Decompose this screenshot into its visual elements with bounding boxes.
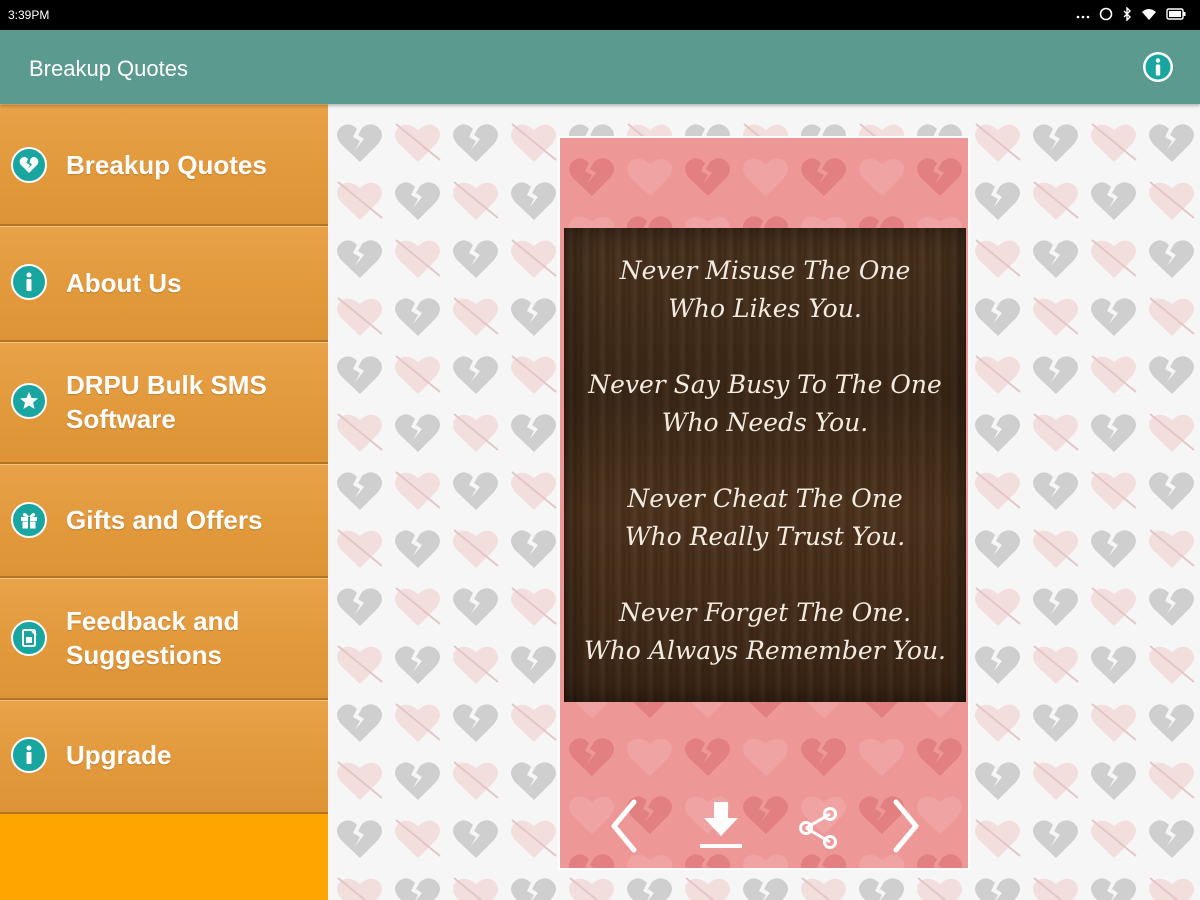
menu-item-upgrade[interactable]: Upgrade: [0, 700, 328, 814]
quote-line: Never Say Busy To The One: [588, 370, 942, 399]
quote-line: Never Forget The One.: [618, 598, 912, 627]
menu-label-line: DRPU Bulk SMS: [66, 370, 267, 400]
quote-line: Never Cheat The One: [627, 484, 903, 513]
info-icon: [11, 264, 47, 300]
menu-label: Upgrade: [66, 740, 172, 770]
download-button[interactable]: [698, 798, 744, 859]
status-time: 3:39PM: [8, 8, 50, 22]
previous-button[interactable]: [606, 798, 642, 859]
info-icon: [11, 737, 47, 773]
share-button[interactable]: [796, 798, 842, 859]
status-icons: [1076, 7, 1186, 21]
menu-label: Gifts and Offers: [66, 505, 263, 535]
menu-item-drpu-bulk-sms[interactable]: DRPU Bulk SMS Software: [0, 342, 328, 464]
menu-label-line: Suggestions: [66, 640, 223, 670]
alarm-icon: [1099, 7, 1113, 21]
info-icon: [1143, 52, 1173, 82]
quote-line: Who Needs You.: [661, 408, 869, 437]
gift-icon: [11, 502, 47, 538]
wifi-icon: [1142, 9, 1156, 20]
info-button[interactable]: [1142, 51, 1174, 83]
share-icon: [799, 807, 837, 849]
star-icon: [11, 383, 47, 419]
menu-label: About Us: [66, 268, 182, 298]
menu-label-line: Software: [66, 404, 176, 434]
status-bar: 3:39PM: [0, 0, 1200, 30]
menu-label: DRPU Bulk SMS Software: [66, 368, 267, 436]
quote-image: Never Misuse The One Who Likes You. Neve…: [564, 228, 966, 702]
previous-icon: [611, 799, 637, 853]
navigation-drawer: Breakup Quotes About Us DRPU Bulk SMS So…: [0, 104, 328, 900]
app-title: Breakup Quotes: [29, 56, 188, 81]
feedback-icon: [11, 620, 47, 656]
card-controls: [560, 798, 968, 858]
menu-item-about-us[interactable]: About Us: [0, 226, 328, 342]
menu-item-feedback-and-suggestions[interactable]: Feedback and Suggestions: [0, 578, 328, 700]
dots-icon: [1076, 15, 1090, 19]
quote-line: Never Misuse The One: [619, 256, 911, 285]
battery-icon: [1166, 8, 1186, 20]
quote-line: Who Always Remember You.: [584, 636, 946, 665]
next-icon: [893, 799, 919, 853]
quote-line: Who Really Trust You.: [624, 522, 906, 551]
menu-label: Feedback and Suggestions: [66, 604, 239, 672]
menu-label-line: Feedback and: [66, 606, 240, 636]
download-icon: [700, 802, 742, 848]
bluetooth-icon: [1123, 7, 1131, 21]
broken-heart-icon: [11, 147, 47, 183]
menu-item-gifts-and-offers[interactable]: Gifts and Offers: [0, 464, 328, 578]
next-button[interactable]: [888, 798, 924, 859]
quote-card: Never Misuse The One Who Likes You. Neve…: [558, 136, 970, 870]
quote-line: Who Likes You.: [668, 294, 862, 323]
action-bar: Breakup Quotes: [0, 30, 1200, 104]
menu-item-breakup-quotes[interactable]: Breakup Quotes: [0, 104, 328, 226]
menu-label: Breakup Quotes: [66, 150, 267, 180]
